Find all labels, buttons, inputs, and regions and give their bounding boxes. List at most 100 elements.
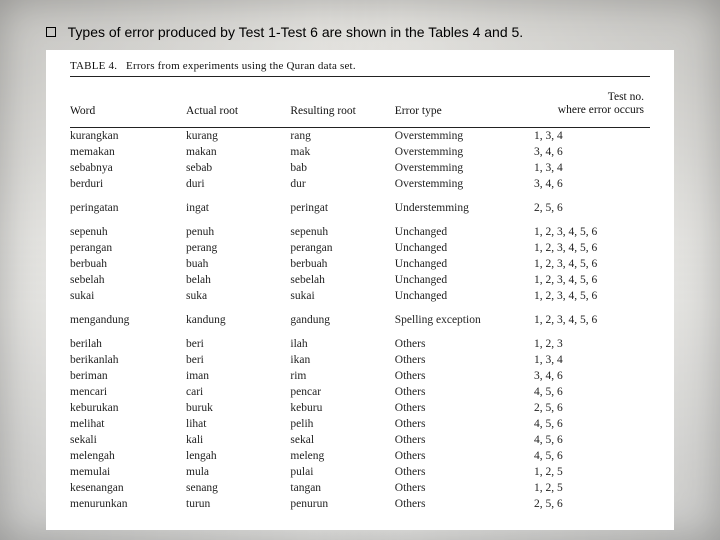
cell-error-type: Understemming <box>395 192 534 216</box>
cell-word: mengandung <box>70 304 186 328</box>
cell-tests: 1, 2, 5 <box>534 480 650 496</box>
table-row: mencaricaripencarOthers4, 5, 6 <box>70 384 650 400</box>
table-row: menurunkanturunpenurunOthers2, 5, 6 <box>70 496 650 512</box>
table-row: sukaisukasukaiUnchanged1, 2, 3, 4, 5, 6 <box>70 288 650 304</box>
col-head-error-type: Error type <box>395 81 534 128</box>
cell-error-type: Unchanged <box>395 272 534 288</box>
cell-tests: 4, 5, 6 <box>534 416 650 432</box>
table-row: sekalikalisekalOthers4, 5, 6 <box>70 432 650 448</box>
cell-resulting-root: pulai <box>290 464 394 480</box>
cell-error-type: Others <box>395 480 534 496</box>
error-table: Word Actual root Resulting root Error ty… <box>70 76 650 512</box>
table-row: kesenangansenangtanganOthers1, 2, 5 <box>70 480 650 496</box>
cell-word: kurangkan <box>70 127 186 144</box>
cell-word: berduri <box>70 176 186 192</box>
col-head-test-no-line1: Test no. <box>608 91 644 103</box>
table-body: kurangkankurangrangOverstemming1, 3, 4me… <box>70 127 650 512</box>
cell-resulting-root: perangan <box>290 240 394 256</box>
cell-resulting-root: rang <box>290 127 394 144</box>
caption-text: Errors from experiments using the Quran … <box>126 60 356 72</box>
table-row: berikanlahberiikanOthers1, 3, 4 <box>70 352 650 368</box>
cell-error-type: Unchanged <box>395 288 534 304</box>
cell-word: mencari <box>70 384 186 400</box>
cell-word: keburukan <box>70 400 186 416</box>
cell-word: sekali <box>70 432 186 448</box>
table-row: berduriduridurOverstemming3, 4, 6 <box>70 176 650 192</box>
cell-tests: 4, 5, 6 <box>534 384 650 400</box>
bullet-line: Types of error produced by Test 1-Test 6… <box>46 24 674 40</box>
cell-word: perangan <box>70 240 186 256</box>
cell-tests: 1, 2, 3, 4, 5, 6 <box>534 288 650 304</box>
square-bullet-icon <box>46 27 56 37</box>
col-head-resulting-root: Resulting root <box>290 81 394 128</box>
cell-resulting-root: ikan <box>290 352 394 368</box>
cell-word: menurunkan <box>70 496 186 512</box>
cell-resulting-root: tangan <box>290 480 394 496</box>
cell-resulting-root: sukai <box>290 288 394 304</box>
table-caption: TABLE 4. Errors from experiments using t… <box>70 60 650 72</box>
cell-tests: 1, 2, 3, 4, 5, 6 <box>534 216 650 240</box>
table-row: peranganperangperanganUnchanged1, 2, 3, … <box>70 240 650 256</box>
cell-actual-root: duri <box>186 176 290 192</box>
cell-word: kesenangan <box>70 480 186 496</box>
cell-actual-root: kandung <box>186 304 290 328</box>
cell-actual-root: kali <box>186 432 290 448</box>
table-row: memulaimulapulaiOthers1, 2, 5 <box>70 464 650 480</box>
cell-error-type: Unchanged <box>395 240 534 256</box>
cell-word: berikanlah <box>70 352 186 368</box>
cell-tests: 1, 2, 5 <box>534 464 650 480</box>
bullet-text: Types of error produced by Test 1-Test 6… <box>68 24 524 40</box>
cell-actual-root: makan <box>186 144 290 160</box>
cell-actual-root: turun <box>186 496 290 512</box>
cell-actual-root: kurang <box>186 127 290 144</box>
cell-tests: 1, 3, 4 <box>534 352 650 368</box>
cell-resulting-root: pencar <box>290 384 394 400</box>
cell-word: berbuah <box>70 256 186 272</box>
cell-error-type: Overstemming <box>395 160 534 176</box>
cell-tests: 3, 4, 6 <box>534 144 650 160</box>
cell-actual-root: lengah <box>186 448 290 464</box>
cell-resulting-root: ilah <box>290 328 394 352</box>
cell-actual-root: buruk <box>186 400 290 416</box>
table-row: keburukanburukkeburuOthers2, 5, 6 <box>70 400 650 416</box>
cell-resulting-root: berbuah <box>290 256 394 272</box>
table-row: memakanmakanmakOverstemming3, 4, 6 <box>70 144 650 160</box>
cell-tests: 1, 3, 4 <box>534 127 650 144</box>
cell-tests: 1, 2, 3, 4, 5, 6 <box>534 304 650 328</box>
cell-resulting-root: peringat <box>290 192 394 216</box>
cell-tests: 2, 5, 6 <box>534 496 650 512</box>
cell-error-type: Others <box>395 416 534 432</box>
cell-tests: 4, 5, 6 <box>534 448 650 464</box>
cell-resulting-root: gandung <box>290 304 394 328</box>
cell-resulting-root: meleng <box>290 448 394 464</box>
cell-error-type: Spelling exception <box>395 304 534 328</box>
cell-word: peringatan <box>70 192 186 216</box>
table-row: berbuahbuahberbuahUnchanged1, 2, 3, 4, 5… <box>70 256 650 272</box>
cell-error-type: Unchanged <box>395 216 534 240</box>
cell-word: sukai <box>70 288 186 304</box>
cell-actual-root: beri <box>186 328 290 352</box>
cell-actual-root: sebab <box>186 160 290 176</box>
cell-resulting-root: bab <box>290 160 394 176</box>
cell-error-type: Others <box>395 400 534 416</box>
table-row: peringataningatperingatUnderstemming2, 5… <box>70 192 650 216</box>
table-row: mengandungkandunggandungSpelling excepti… <box>70 304 650 328</box>
table-row: kurangkankurangrangOverstemming1, 3, 4 <box>70 127 650 144</box>
cell-resulting-root: keburu <box>290 400 394 416</box>
cell-tests: 4, 5, 6 <box>534 432 650 448</box>
cell-error-type: Overstemming <box>395 144 534 160</box>
cell-error-type: Overstemming <box>395 127 534 144</box>
cell-error-type: Overstemming <box>395 176 534 192</box>
cell-error-type: Others <box>395 328 534 352</box>
table-row: melengahlengahmelengOthers4, 5, 6 <box>70 448 650 464</box>
table-row: melihatlihatpelihOthers4, 5, 6 <box>70 416 650 432</box>
cell-error-type: Unchanged <box>395 256 534 272</box>
cell-word: sebabnya <box>70 160 186 176</box>
col-head-actual-root: Actual root <box>186 81 290 128</box>
cell-error-type: Others <box>395 464 534 480</box>
caption-prefix: TABLE 4. <box>70 60 117 72</box>
cell-resulting-root: penurun <box>290 496 394 512</box>
cell-error-type: Others <box>395 368 534 384</box>
cell-tests: 1, 2, 3 <box>534 328 650 352</box>
cell-resulting-root: pelih <box>290 416 394 432</box>
